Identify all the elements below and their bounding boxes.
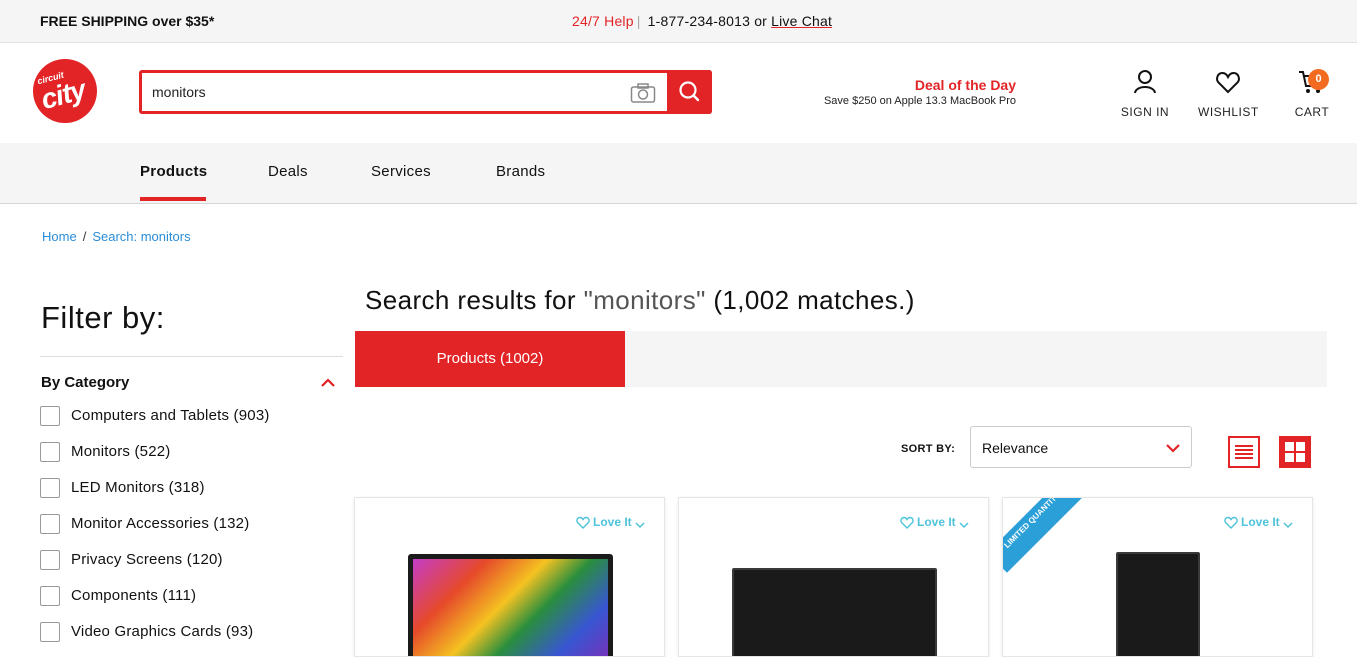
checkbox[interactable] [40, 478, 60, 498]
top-bar: FREE SHIPPING over $35* 24/7 Help | 1-877… [0, 0, 1357, 43]
chevron-down-icon [959, 522, 969, 529]
results-query: "monitors" [583, 285, 706, 315]
main-nav: Products Deals Services Brands [0, 143, 1357, 204]
chevron-down-icon [635, 522, 645, 529]
sign-in-button[interactable]: SIGN IN [1115, 69, 1175, 119]
nav-products[interactable]: Products [140, 163, 207, 180]
category-label: Privacy Screens (120) [71, 551, 223, 568]
deal-of-the-day[interactable]: Deal of the Day Save $250 on Apple 13.3 … [811, 77, 1016, 107]
list-view-icon[interactable] [1228, 436, 1260, 468]
deal-subtitle: Save $250 on Apple 13.3 MacBook Pro [823, 95, 1016, 107]
wishlist-label: WISHLIST [1198, 105, 1259, 119]
category-label: Components (111) [71, 587, 197, 604]
product-image[interactable] [1116, 552, 1200, 656]
help-line: 24/7 Help | 1-877-234-8013 or Live Chat [572, 13, 832, 29]
category-label: Computers and Tablets (903) [71, 407, 270, 424]
product-card[interactable]: Love It [678, 497, 989, 657]
breadcrumb-separator: / [82, 229, 87, 244]
love-it-button[interactable]: Love It [576, 515, 648, 529]
camera-icon[interactable] [630, 82, 656, 104]
results-tabs: Products (1002) [355, 331, 1327, 387]
product-card[interactable]: Love It [354, 497, 665, 657]
checkbox[interactable] [40, 622, 60, 642]
search-input[interactable] [152, 81, 612, 103]
chevron-down-icon [1165, 441, 1181, 459]
heart-icon [1216, 71, 1240, 94]
category-label: Monitor Accessories (132) [71, 515, 250, 532]
live-chat-link[interactable]: Live Chat [771, 13, 832, 29]
chevron-down-icon [1283, 522, 1293, 529]
sort-label: SORT BY: [901, 443, 956, 455]
heart-icon [576, 516, 590, 529]
sort-value: Relevance [982, 440, 1049, 456]
free-shipping-text: FREE SHIPPING over $35* [40, 13, 215, 29]
search-box [139, 70, 712, 114]
love-it-label: Love It [916, 515, 956, 529]
checkbox[interactable] [40, 586, 60, 606]
nav-services[interactable]: Services [371, 163, 431, 180]
love-it-label: Love It [592, 515, 632, 529]
checkbox[interactable] [40, 514, 60, 534]
results-prefix: Search results for [365, 285, 584, 315]
heart-icon [1224, 516, 1238, 529]
nav-brands[interactable]: Brands [496, 163, 545, 180]
category-label: LED Monitors (318) [71, 479, 205, 496]
header: circuit city Deal of the Day Save $250 o… [0, 43, 1357, 143]
sort-select[interactable]: Relevance [970, 426, 1192, 468]
limited-quantity-ribbon: LIMITED QUANTITY [1003, 498, 1085, 573]
grid-view-icon[interactable] [1279, 436, 1311, 468]
filter-title: Filter by: [41, 300, 165, 335]
monitor-screen [413, 559, 608, 656]
sign-in-label: SIGN IN [1120, 105, 1170, 119]
user-icon [1134, 70, 1156, 94]
deal-title: Deal of the Day [914, 77, 1016, 93]
help-label: 24/7 Help [572, 13, 634, 29]
checkbox[interactable] [40, 550, 60, 570]
breadcrumb: Home / Search: monitors [42, 229, 191, 244]
cart-label: CART [1294, 105, 1330, 119]
wishlist-button[interactable]: WISHLIST [1198, 69, 1258, 119]
category-heading[interactable]: By Category [41, 374, 129, 391]
tab-products[interactable]: Products (1002) [355, 331, 625, 387]
chevron-up-icon[interactable] [320, 376, 336, 394]
love-it-button[interactable]: Love It [1224, 515, 1296, 529]
heart-icon [900, 516, 914, 529]
results-heading: Search results for "monitors" (1,002 mat… [365, 285, 915, 316]
search-icon [679, 81, 700, 102]
product-image[interactable] [408, 554, 613, 656]
cart-count-badge: 0 [1308, 69, 1329, 90]
nav-deals[interactable]: Deals [268, 163, 308, 180]
category-label: Monitors (522) [71, 443, 171, 460]
love-it-button[interactable]: Love It [900, 515, 972, 529]
phone-number: 1-877-234-8013 or [647, 13, 768, 29]
love-it-label: Love It [1240, 515, 1280, 529]
checkbox[interactable] [40, 406, 60, 426]
breadcrumb-home[interactable]: Home [42, 229, 77, 244]
filter-divider [40, 356, 343, 357]
nav-active-indicator [140, 197, 206, 201]
breadcrumb-current[interactable]: Search: monitors [92, 229, 190, 244]
search-button[interactable] [667, 70, 712, 114]
category-label: Video Graphics Cards (93) [71, 623, 254, 640]
circuit-city-logo[interactable]: circuit city [33, 59, 97, 123]
checkbox[interactable] [40, 442, 60, 462]
help-separator: | [636, 13, 641, 29]
results-count: (1,002 matches.) [705, 285, 915, 315]
product-card[interactable]: LIMITED QUANTITY Love It [1002, 497, 1313, 657]
